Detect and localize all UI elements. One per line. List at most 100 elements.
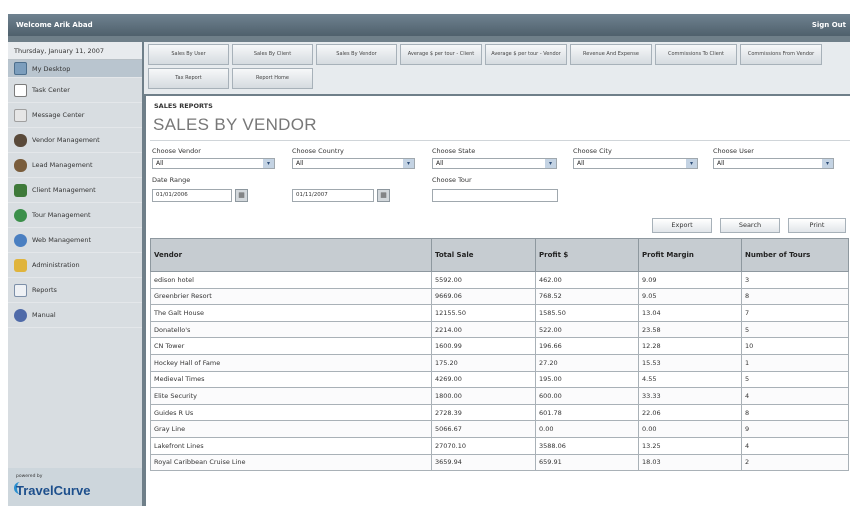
chevron-down-icon: ▾	[822, 159, 833, 168]
cell-profit-margin: 18.03	[638, 453, 742, 472]
cell-profit-margin: 13.04	[638, 304, 742, 322]
cell-number-of-tours: 10	[741, 337, 849, 355]
cell-total-sale: 1600.99	[431, 337, 536, 355]
column-header-total-sale[interactable]: Total Sale	[431, 238, 536, 272]
manual-icon	[14, 308, 27, 322]
city-select[interactable]: All ▾	[573, 158, 698, 169]
desktop-icon	[14, 62, 27, 75]
app-frame: Welcome Arik Abad Sign Out Thursday, Jan…	[8, 14, 850, 506]
date-from-input[interactable]: 01/01/2006	[152, 189, 232, 202]
table-row: Guides R Us 2728.39 601.78 22.06 8	[150, 403, 849, 422]
column-header-profit-margin[interactable]: Profit Margin	[638, 238, 742, 272]
cell-total-sale: 2728.39	[431, 403, 536, 422]
sidebar-item-tour-management[interactable]: Tour Management	[8, 203, 142, 228]
sidebar-item-my-desktop[interactable]: My Desktop	[8, 60, 142, 78]
avg-per-tour-client-button[interactable]: Average $ per tour - Client	[400, 44, 482, 65]
revenue-and-expense-button[interactable]: Revenue And Expense	[570, 44, 652, 65]
cell-number-of-tours: 4	[741, 436, 849, 455]
cell-total-sale: 12155.50	[431, 304, 536, 322]
user-select[interactable]: All ▾	[713, 158, 834, 169]
page-title: SALES BY VENDOR	[153, 115, 317, 134]
sidebar-item-web-management[interactable]: Web Management	[8, 228, 142, 253]
date-to-input[interactable]: 01/11/2007	[292, 189, 374, 202]
cell-profit-margin: 9.05	[638, 287, 742, 306]
commissions-from-vendor-button[interactable]: Commissions From Vendor	[740, 44, 822, 65]
column-header-vendor[interactable]: Vendor	[150, 238, 432, 272]
cell-profit-margin: 9.09	[638, 271, 742, 289]
sidebar-item-message-center[interactable]: Message Center	[8, 103, 142, 128]
cell-number-of-tours: 1	[741, 353, 849, 372]
sidebar-item-task-center[interactable]: Task Center	[8, 78, 142, 103]
sidebar-item-reports[interactable]: Reports	[8, 278, 142, 303]
calendar-icon[interactable]: ▦	[235, 189, 248, 202]
sidebar-item-manual[interactable]: Manual	[8, 303, 142, 328]
cell-number-of-tours: 5	[741, 320, 849, 339]
vendor-select[interactable]: All ▾	[152, 158, 275, 169]
export-button[interactable]: Export	[652, 218, 712, 233]
table-row: Medieval Times 4269.00 195.00 4.55 5	[150, 370, 849, 389]
commissions-to-client-button[interactable]: Commissions To Client	[655, 44, 737, 65]
sidebar-item-administration[interactable]: Administration	[8, 253, 142, 278]
date-range-label: Date Range	[152, 176, 191, 184]
logo-brand: TravelCurve	[16, 483, 91, 498]
cell-number-of-tours: 8	[741, 287, 849, 306]
cell-number-of-tours: 8	[741, 403, 849, 422]
cell-total-sale: 1800.00	[431, 387, 536, 405]
admin-icon	[14, 258, 27, 272]
avg-per-tour-vendor-button[interactable]: Average $ per tour - Vendor	[485, 44, 567, 65]
current-date: Thursday, January 11, 2007	[8, 42, 142, 60]
cell-profit-margin: 15.53	[638, 353, 742, 372]
cell-profit-margin: 22.06	[638, 403, 742, 422]
welcome-text: Welcome Arik Abad	[16, 21, 93, 29]
state-select[interactable]: All ▾	[432, 158, 557, 169]
column-header-profit[interactable]: Profit $	[535, 238, 639, 272]
sales-by-vendor-button[interactable]: Sales By Vendor	[316, 44, 397, 65]
cell-profit-margin: 13.25	[638, 436, 742, 455]
calendar-icon[interactable]: ▦	[377, 189, 390, 202]
cell-profit: 462.00	[535, 271, 639, 289]
main-area: Sales By User Sales By Client Sales By V…	[144, 42, 850, 506]
sales-by-user-button[interactable]: Sales By User	[148, 44, 229, 65]
cell-total-sale: 175.20	[431, 353, 536, 372]
cell-vendor: CN Tower	[150, 337, 432, 355]
cell-profit: 659.91	[535, 453, 639, 472]
cell-number-of-tours: 3	[741, 271, 849, 289]
country-filter-label: Choose Country	[292, 147, 344, 155]
cell-total-sale: 4269.00	[431, 370, 536, 389]
sign-out-link[interactable]: Sign Out	[812, 21, 846, 29]
cell-total-sale: 3659.94	[431, 453, 536, 472]
country-select[interactable]: All ▾	[292, 158, 415, 169]
cell-total-sale: 2214.00	[431, 320, 536, 339]
sidebar-item-label: Administration	[32, 261, 80, 269]
sidebar-item-label: My Desktop	[32, 64, 71, 73]
sidebar-item-label: Reports	[32, 286, 57, 294]
cell-number-of-tours: 9	[741, 420, 849, 438]
table-row: Greenbrier Resort 9669.06 768.52 9.05 8	[150, 287, 849, 306]
cell-vendor: Donatello's	[150, 320, 432, 339]
sidebar-item-lead-management[interactable]: Lead Management	[8, 153, 142, 178]
results-table: Vendor Total Sale Profit $ Profit Margin…	[150, 238, 849, 472]
cell-vendor: Hockey Hall of Fame	[150, 353, 432, 372]
user-filter-label: Choose User	[713, 147, 754, 155]
cell-vendor: Royal Caribbean Cruise Line	[150, 453, 432, 472]
sidebar-item-client-management[interactable]: Client Management	[8, 178, 142, 203]
cell-vendor: Greenbrier Resort	[150, 287, 432, 306]
tax-report-button[interactable]: Tax Report	[148, 68, 229, 89]
report-home-button[interactable]: Report Home	[232, 68, 313, 89]
tour-input[interactable]	[432, 189, 558, 202]
search-button[interactable]: Search	[720, 218, 780, 233]
country-select-value: All	[296, 160, 304, 167]
table-row: Royal Caribbean Cruise Line 3659.94 659.…	[150, 453, 849, 472]
table-row: Donatello's 2214.00 522.00 23.58 5	[150, 320, 849, 339]
print-button[interactable]: Print	[788, 218, 846, 233]
report-panel: SALES REPORTS SALES BY VENDOR Choose Ven…	[146, 96, 850, 506]
cell-profit: 27.20	[535, 353, 639, 372]
table-row: Elite Security 1800.00 600.00 33.33 4	[150, 387, 849, 405]
sidebar-item-vendor-management[interactable]: Vendor Management	[8, 128, 142, 153]
cell-number-of-tours: 2	[741, 453, 849, 472]
column-header-number-of-tours[interactable]: Number of Tours	[741, 238, 849, 272]
city-filter-label: Choose City	[573, 147, 612, 155]
sales-by-client-button[interactable]: Sales By Client	[232, 44, 313, 65]
cell-profit-margin: 33.33	[638, 387, 742, 405]
cell-vendor: Lakefront Lines	[150, 436, 432, 455]
